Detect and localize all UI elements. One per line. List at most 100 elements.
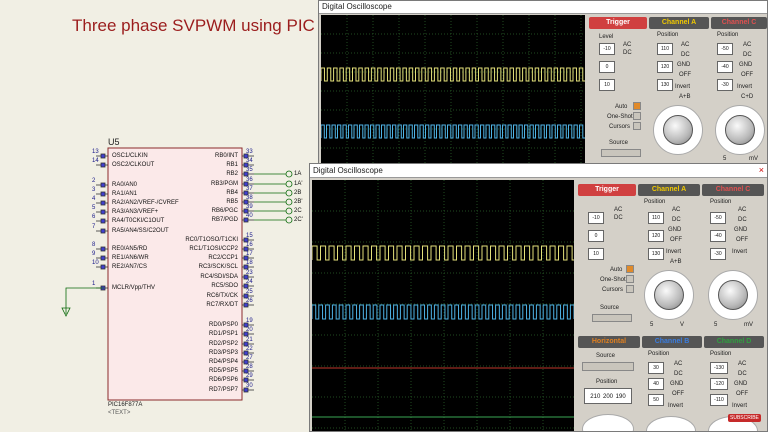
ch-d-off[interactable]: OFF: [736, 390, 748, 398]
horizontal-timebase-dial[interactable]: [582, 414, 634, 431]
ch-c-invert[interactable]: Invert: [737, 83, 752, 91]
pin-label: RB0/INT: [214, 153, 238, 159]
trigger-level-bottom[interactable]: 10: [588, 248, 604, 260]
ch-a-pos-top[interactable]: 110: [648, 212, 664, 224]
ch-a-ac[interactable]: AC: [672, 206, 680, 214]
trigger-level-mid[interactable]: 0: [599, 61, 615, 73]
horizontal-position-value[interactable]: 210 200 190: [584, 388, 632, 404]
ch-b-dc[interactable]: DC: [674, 370, 683, 378]
ch-c-cd[interactable]: C+D: [741, 93, 753, 101]
trigger-level-top[interactable]: -10: [588, 212, 604, 224]
ch-c-gnd[interactable]: GND: [734, 226, 747, 234]
ch-a-volts-knob[interactable]: [663, 115, 693, 145]
ch-b-volts-dial[interactable]: [646, 416, 696, 431]
ch-c-gnd[interactable]: GND: [739, 61, 752, 69]
ch-c-dc[interactable]: DC: [743, 51, 752, 59]
trigger-dc[interactable]: DC: [623, 49, 632, 57]
auto-button[interactable]: [633, 102, 641, 110]
ch-d-pos-bottom[interactable]: -110: [710, 394, 728, 406]
ch-a-volts-knob[interactable]: [654, 280, 684, 310]
horizontal-source-selector[interactable]: [582, 362, 634, 371]
one-shot-button[interactable]: [626, 275, 634, 283]
trigger-cursors[interactable]: Cursors: [609, 123, 630, 131]
trigger-ac[interactable]: AC: [623, 41, 631, 49]
ch-a-pos-mid[interactable]: 120: [648, 230, 664, 242]
trigger-level-top[interactable]: -10: [599, 43, 615, 55]
ch-d-dc[interactable]: DC: [738, 370, 747, 378]
ch-d-invert[interactable]: Invert: [732, 402, 747, 410]
ch-b-invert[interactable]: Invert: [668, 402, 683, 410]
trigger-level-mid[interactable]: 0: [588, 230, 604, 242]
cursors-button[interactable]: [626, 285, 634, 293]
ch-c-pos-bottom[interactable]: -30: [710, 248, 726, 260]
scope-display-2[interactable]: [312, 180, 574, 431]
horizontal-source-label: Source: [596, 353, 616, 359]
trigger-cursors[interactable]: Cursors: [602, 286, 623, 294]
ch-a-pos-mid[interactable]: 120: [657, 61, 673, 73]
trigger-source-selector[interactable]: [592, 314, 632, 322]
ch-d-gnd[interactable]: GND: [734, 380, 747, 388]
cursors-button[interactable]: [633, 122, 641, 130]
ch-c-off[interactable]: OFF: [736, 236, 748, 244]
trigger-auto[interactable]: Auto: [610, 266, 622, 274]
ch-a-ac[interactable]: AC: [681, 41, 689, 49]
trigger-auto[interactable]: Auto: [615, 103, 627, 111]
ch-c-pos-top[interactable]: -50: [717, 43, 733, 55]
ch-b-pos-bottom[interactable]: 50: [648, 394, 664, 406]
ch-c-pos-mid[interactable]: -40: [717, 61, 733, 73]
pin-label: OSC2/CLKOUT: [112, 162, 155, 168]
ch-c-pos-top[interactable]: -50: [710, 212, 726, 224]
ch-a-ab[interactable]: A+B: [670, 258, 682, 266]
ch-a-dc[interactable]: DC: [672, 216, 681, 224]
ch-a-invert[interactable]: Invert: [666, 248, 681, 256]
ch-b-gnd[interactable]: GND: [670, 380, 683, 388]
ch-b-pos-top[interactable]: 30: [648, 362, 664, 374]
ch-c-ac[interactable]: AC: [743, 41, 751, 49]
ch-a-pos-bottom[interactable]: 130: [657, 79, 673, 91]
oscilloscope-window-1[interactable]: Digital Oscilloscope Trigger Level -10 0…: [318, 0, 768, 166]
ch-a-off[interactable]: OFF: [670, 236, 682, 244]
ch-c-pos-mid[interactable]: -40: [710, 230, 726, 242]
ch-c-ac[interactable]: AC: [738, 206, 746, 214]
trigger-ac[interactable]: AC: [614, 206, 622, 214]
ch-a-pos-top[interactable]: 110: [657, 43, 673, 55]
ch-a-pos-bottom[interactable]: 130: [648, 248, 664, 260]
ch-a-gnd[interactable]: GND: [668, 226, 681, 234]
ch-d-pos-mid[interactable]: -120: [710, 378, 728, 390]
ch-c-invert[interactable]: Invert: [732, 248, 747, 256]
ch-b-pos-mid[interactable]: 40: [648, 378, 664, 390]
ch-a-invert[interactable]: Invert: [675, 83, 690, 91]
ch-a-off[interactable]: OFF: [679, 71, 691, 79]
ch-c-pos-bottom[interactable]: -30: [717, 79, 733, 91]
pin-number: 4: [92, 196, 96, 202]
oscilloscope-window-2[interactable]: Digital Oscilloscope × Trigger -10 0 10 …: [309, 163, 768, 432]
trigger-one-shot[interactable]: One-Shot: [600, 276, 626, 284]
close-icon[interactable]: ×: [759, 164, 764, 176]
ch-a-dc[interactable]: DC: [681, 51, 690, 59]
auto-button[interactable]: [626, 265, 634, 273]
ch-c-volts-knob[interactable]: [718, 280, 748, 310]
subscribe-badge[interactable]: SUBSCRIBE: [728, 414, 761, 422]
pin-number: 23: [246, 270, 253, 276]
scope-display-1[interactable]: [321, 15, 585, 165]
pin-label: RA1/AN1: [112, 191, 138, 197]
ch-c-volts-knob[interactable]: [725, 115, 755, 145]
trigger-level-bottom[interactable]: 10: [599, 79, 615, 91]
ch-d-ac[interactable]: AC: [738, 360, 746, 368]
chip-text: <TEXT>: [108, 410, 131, 416]
trigger-source-selector[interactable]: [601, 149, 641, 157]
ch-d-pos-top[interactable]: -130: [710, 362, 728, 374]
ch-c-dc[interactable]: DC: [738, 216, 747, 224]
ch-b-off[interactable]: OFF: [672, 390, 684, 398]
trigger-one-shot[interactable]: One-Shot: [607, 113, 633, 121]
one-shot-button[interactable]: [633, 112, 641, 120]
ch-a-ab[interactable]: A+B: [679, 93, 691, 101]
terminal-label: 2B': [294, 199, 303, 205]
pin-label: RA0/AN0: [112, 182, 138, 188]
ch-c-off[interactable]: OFF: [741, 71, 753, 79]
ch-b-ac[interactable]: AC: [674, 360, 682, 368]
pin-label: RB5: [226, 199, 238, 205]
pin-label: RD7/PSP7: [208, 387, 238, 393]
ch-a-gnd[interactable]: GND: [677, 61, 690, 69]
trigger-dc[interactable]: DC: [614, 214, 623, 222]
